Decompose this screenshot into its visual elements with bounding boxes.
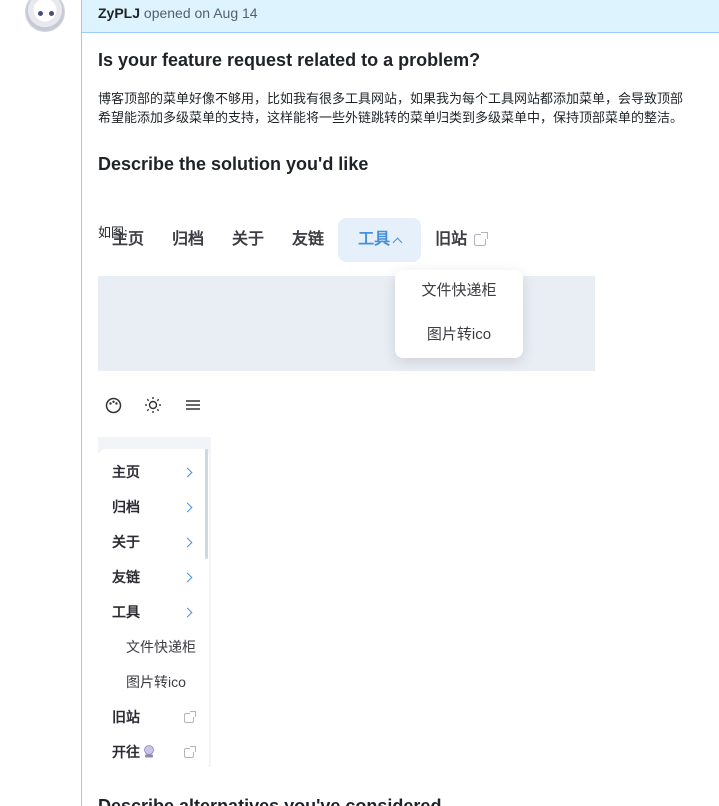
solution-heading: Describe the solution you'd like — [98, 154, 369, 174]
problem-text-2: 希望能添加多级菜单的支持，这样能将一些外链跳转的菜单归类到多级菜单中，保持顶部菜… — [98, 110, 684, 125]
nav-item-label: 主页 — [112, 231, 145, 248]
nav-item-about[interactable]: 关于 — [218, 218, 278, 262]
external-link-icon — [184, 746, 196, 758]
chevron-right-icon — [182, 502, 193, 513]
dropdown-item-img-to-ico[interactable]: 图片转ico — [395, 320, 523, 364]
external-link-icon — [474, 232, 489, 246]
demo-sidebar-menu: 主页 归档 关于 友链 工具 文件快递柜 图片转ico 旧站 开往 — [98, 449, 209, 771]
alternatives-heading: Describe alternatives you've considered — [98, 796, 442, 806]
nav-item-label: 工具 — [358, 231, 391, 248]
chevron-right-icon — [182, 467, 193, 478]
sidebar-scrollbar[interactable] — [205, 449, 208, 559]
sun-icon[interactable] — [144, 396, 162, 414]
menu-icon[interactable] — [184, 396, 202, 414]
author-link[interactable]: ZyPLJ — [98, 5, 140, 21]
comment-header: ZyPLJ opened on Aug 14 — [82, 0, 719, 33]
nav-item-label: 关于 — [232, 231, 265, 248]
nav-item-label: 归档 — [172, 231, 205, 248]
problem-heading: Is your feature request related to a pro… — [98, 50, 481, 70]
chevron-right-icon — [182, 572, 193, 583]
nav-item-archive[interactable]: 归档 — [158, 218, 218, 262]
problem-text-1: 博客顶部的菜单好像不够用，比如我有很多工具网站，如果我为每个工具网站都添加菜单，… — [98, 91, 684, 106]
nav-item-label: 友链 — [292, 231, 325, 248]
nav-item-label: 旧站 — [435, 231, 468, 248]
external-link-icon — [184, 711, 196, 723]
nav-item-friends[interactable]: 友链 — [278, 218, 338, 262]
issue-comment: ZyPLJ opened on Aug 14 Is your feature r… — [81, 0, 719, 806]
dropdown-item-file-box[interactable]: 文件快递柜 — [395, 276, 523, 320]
nav-item-tools[interactable]: 工具 — [338, 218, 422, 262]
sidebar-subitem-file-box[interactable]: 文件快递柜 — [126, 637, 196, 657]
sidebar-item-tools[interactable]: 工具 — [112, 602, 140, 622]
sidebar-item-about[interactable]: 关于 — [112, 532, 140, 552]
sidebar-item-travelling[interactable]: 开往 — [112, 742, 155, 762]
palette-icon[interactable] — [104, 396, 122, 414]
sidebar-subitem-img-to-ico[interactable]: 图片转ico — [126, 672, 186, 692]
nav-item-old-site[interactable]: 旧站 — [421, 218, 500, 262]
sidebar-item-home[interactable]: 主页 — [112, 462, 140, 482]
avatar-eye-right — [49, 11, 54, 16]
demo-top-nav: 主页 归档 关于 友链 工具 旧站 — [98, 218, 500, 262]
chevron-right-icon — [182, 537, 193, 548]
tools-dropdown: 文件快递柜 图片转ico — [395, 270, 523, 358]
sidebar-item-friends[interactable]: 友链 — [112, 567, 140, 587]
sidebar-item-archive[interactable]: 归档 — [112, 497, 140, 517]
chevron-right-icon — [182, 607, 193, 618]
crystal-ball-icon — [144, 745, 154, 758]
demo-toolbar — [104, 396, 202, 414]
comment-meta: opened on Aug 14 — [143, 5, 258, 21]
nav-item-home[interactable]: 主页 — [98, 218, 158, 262]
avatar[interactable] — [25, 0, 65, 32]
sidebar-item-label: 开往 — [112, 744, 140, 760]
chevron-up-icon — [392, 237, 403, 247]
sidebar-item-old-site[interactable]: 旧站 — [112, 707, 140, 727]
avatar-eye-left — [38, 11, 43, 16]
